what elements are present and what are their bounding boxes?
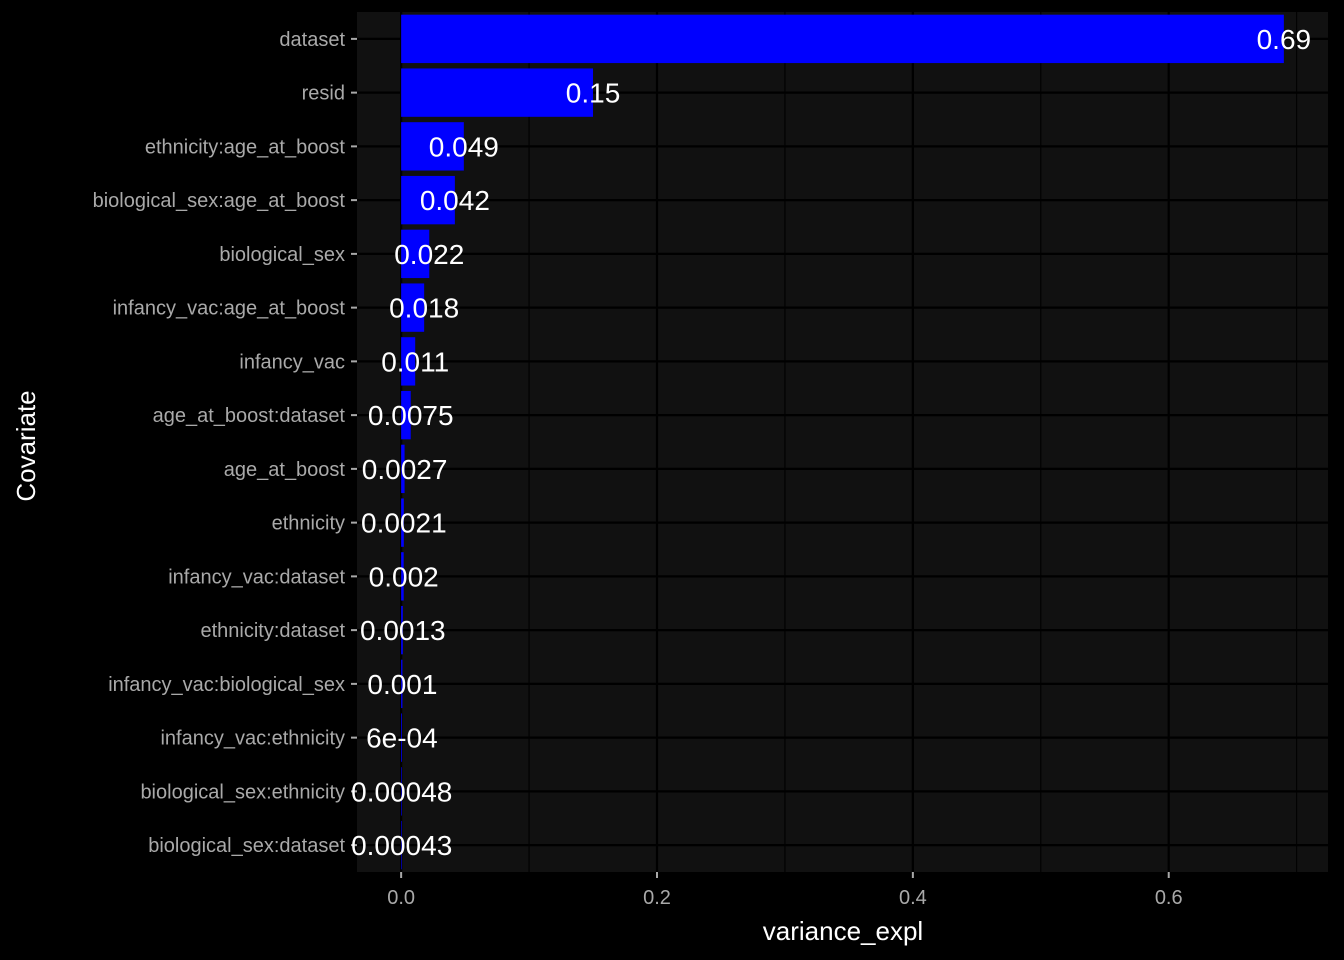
bar bbox=[401, 68, 594, 117]
data-label: 0.0013 bbox=[360, 615, 446, 646]
data-label: 0.022 bbox=[394, 239, 464, 270]
y-tick-label: infancy_vac:dataset bbox=[168, 566, 345, 588]
y-tick-label: dataset bbox=[279, 29, 345, 51]
data-label: 0.0075 bbox=[368, 400, 454, 431]
x-tick-label: 0.4 bbox=[899, 887, 927, 909]
data-label: 6e-04 bbox=[366, 723, 438, 754]
y-tick-label: age_at_boost:dataset bbox=[153, 405, 346, 427]
y-tick-label: age_at_boost bbox=[224, 459, 346, 481]
y-tick-label: biological_sex:dataset bbox=[148, 835, 345, 857]
x-tick-label: 0.6 bbox=[1155, 887, 1183, 909]
panel-background bbox=[357, 12, 1328, 872]
bar-chart: dataset resid ethnicity:age_at_boostbiolog… bbox=[0, 0, 1344, 960]
data-label: 0.00048 bbox=[351, 776, 452, 807]
data-label: 0.011 bbox=[381, 346, 449, 377]
data-label: 0.15 bbox=[566, 78, 621, 109]
plot-panel bbox=[357, 12, 1328, 872]
y-axis-title: Covariate bbox=[11, 390, 41, 501]
y-tick-label: infancy_vac:ethnicity bbox=[160, 728, 345, 750]
y-tick-label: infancy_vac:age_at_boost bbox=[113, 298, 346, 320]
y-tick-label: infancy_vac bbox=[239, 351, 345, 373]
data-label: 0.001 bbox=[367, 669, 437, 700]
data-label: 0.0021 bbox=[361, 508, 447, 539]
y-tick-label: resid bbox=[302, 83, 345, 105]
y-tick-label: biological_sex:ethnicity bbox=[140, 781, 345, 803]
data-label: 0.042 bbox=[420, 185, 490, 216]
data-label: 0.0027 bbox=[362, 454, 448, 485]
x-tick-label: 0.2 bbox=[643, 887, 671, 909]
x-tick-label: 0.0 bbox=[387, 887, 415, 909]
y-tick-label: infancy_vac:biological_sex bbox=[108, 674, 345, 696]
y-tick-label: biological_sex bbox=[219, 244, 345, 266]
y-tick-label: ethnicity:dataset bbox=[200, 620, 345, 642]
y-tick-label: biological_sex:age_at_boost bbox=[93, 190, 346, 212]
data-label: 0.018 bbox=[389, 293, 459, 324]
data-label: 0.049 bbox=[429, 131, 499, 162]
data-label: 0.00043 bbox=[351, 830, 452, 861]
y-tick-label: ethnicity:age_at_boost bbox=[145, 136, 346, 158]
x-axis-title: variance_expl bbox=[763, 916, 923, 946]
y-tick-label: ethnicity bbox=[272, 513, 345, 535]
bar bbox=[401, 14, 1284, 64]
data-label: 0.002 bbox=[369, 561, 439, 592]
data-label: 0.69 bbox=[1257, 24, 1312, 55]
